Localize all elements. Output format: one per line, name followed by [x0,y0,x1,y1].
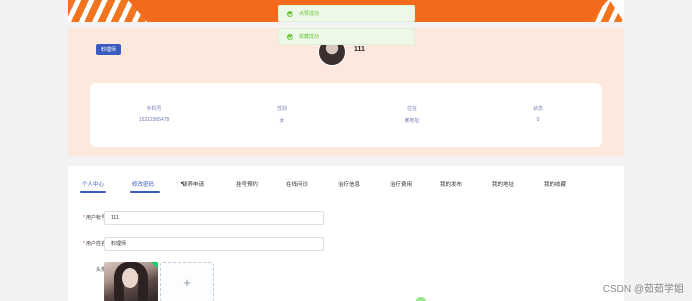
tab-my-posts[interactable]: 我的发布 [440,180,462,188]
toast-text: 收藏成功 [299,34,320,40]
role-badge: 料理师 [96,44,122,55]
username: 111 [354,46,365,53]
tab-underline [130,191,160,193]
info-value: 0 [536,117,540,123]
success-icon [287,33,293,40]
tab-appointment[interactable]: 挂号预约 [236,180,258,188]
info-value: 女 [279,118,285,124]
avatar-photo[interactable] [104,262,158,301]
toast-favorite-success: 收藏成功 [278,28,415,45]
toast-text: 点赞成功 [299,11,320,17]
toast-like-success: 点赞成功 [278,5,415,22]
info-address: 住址 某地址 [362,105,462,124]
name-label: *用户姓名 [83,241,106,247]
tab-underline [80,191,106,193]
tab-treatment-fee[interactable]: 治疗费用 [390,180,412,188]
floating-dot [416,297,426,301]
info-label: 状态 [532,106,543,112]
info-gender: 性别 女 [232,105,332,124]
info-value: 某地址 [404,118,420,124]
info-label: 性别 [276,106,287,112]
tab-bar: 个人中心 修改密码 领养申请 挂号预约 在线问诊 治疗信息 治疗费用 我的发布 … [68,180,624,194]
content-card: 个人中心 修改密码 领养申请 挂号预约 在线问诊 治疗信息 治疗费用 我的发布 … [68,166,624,301]
mouse-cursor-icon: ↖ [180,181,186,188]
tab-change-password[interactable]: 修改密码 [132,180,154,188]
avatar-label: 头像 [95,267,106,273]
info-phone: 手机号 15212365478 [104,105,204,123]
account-label: *用户帐号 [83,215,106,221]
tab-my-favorites[interactable]: 我的收藏 [544,180,566,188]
info-label: 住址 [406,106,417,112]
tab-treatment-info[interactable]: 治疗信息 [338,180,360,188]
info-label: 手机号 [146,106,162,112]
plus-icon: + [183,274,191,290]
watermark: CSDN @茹茹学姐 [602,284,684,295]
account-input[interactable]: 111 [104,211,324,225]
info-value: 15212365478 [138,117,170,123]
tab-my-address[interactable]: 我的地址 [492,180,514,188]
photo-face [122,268,138,288]
profile-info-box: 手机号 15212365478 性别 女 住址 某地址 状态 0 [90,83,602,147]
tab-personal-center[interactable]: 个人中心 [82,180,104,188]
upload-button[interactable]: + [160,262,214,301]
name-input[interactable]: 料理师 [104,237,324,251]
profile-card: 料理师 111 手机号 15212365478 性别 女 住址 某地址 状态 0 [68,28,624,156]
tab-online-consult[interactable]: 在线问诊 [286,180,308,188]
info-status: 状态 0 [488,105,588,123]
success-icon [287,10,293,17]
uploaded-check-icon [151,262,158,269]
